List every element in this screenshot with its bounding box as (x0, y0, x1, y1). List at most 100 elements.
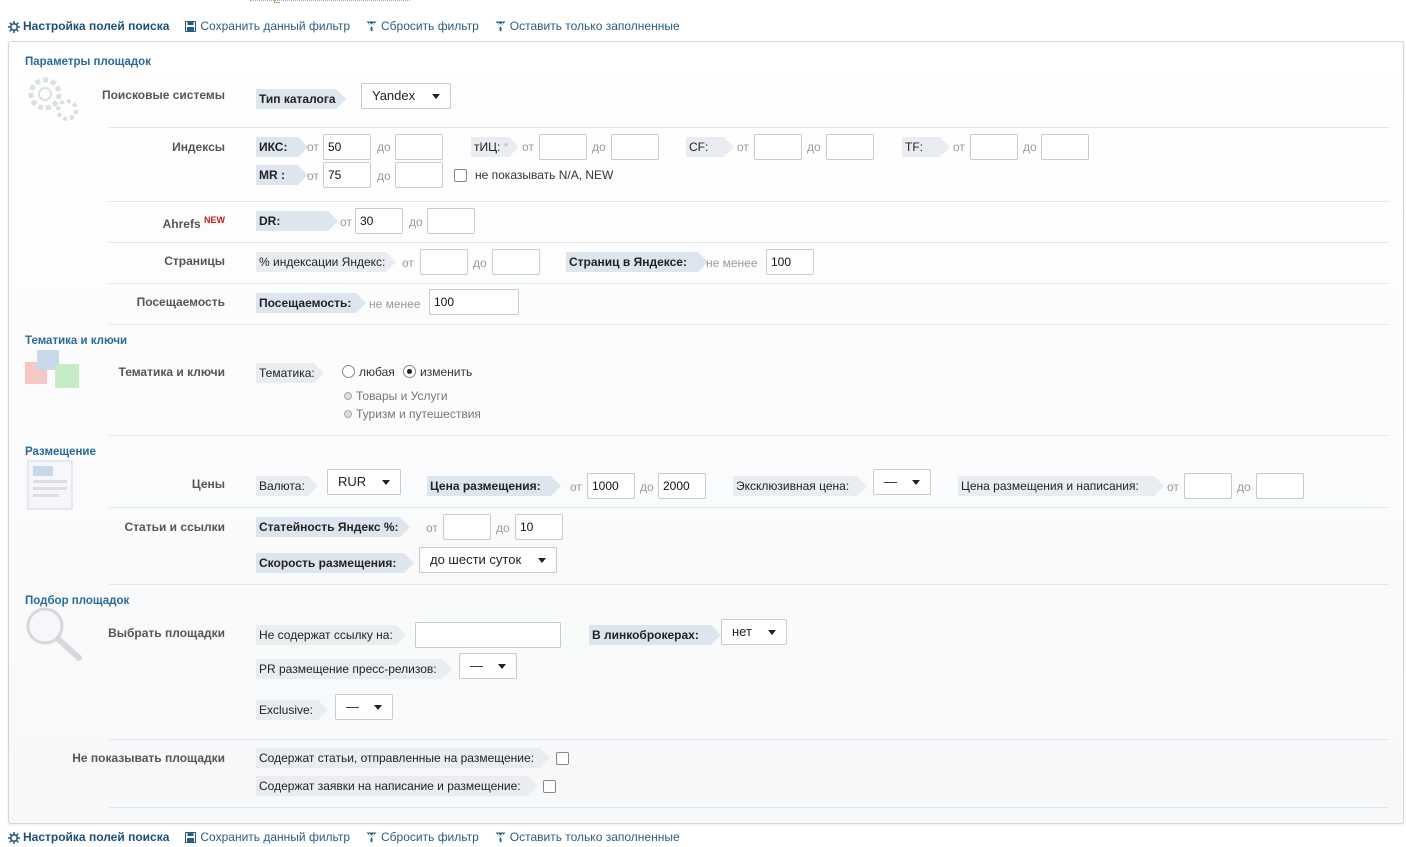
from-text: от (953, 140, 965, 154)
chevron-down-icon (432, 93, 440, 99)
write-price-from-input[interactable] (1184, 473, 1232, 499)
only-filled-link[interactable]: Оставить только заполненные (495, 830, 680, 844)
top-decor-mark (274, 0, 280, 3)
no-link-label: Не содержат ссылку на: (256, 625, 406, 645)
reset-filter-link[interactable]: Сбросить фильтр (366, 19, 479, 33)
topic-change-radio[interactable] (403, 365, 416, 378)
filter-panel: Параметры площадок Поисковые системы Тип… (8, 41, 1404, 824)
link-brokers-select[interactable]: нет (721, 619, 787, 645)
yandex-pages-label: Страниц в Яндексе: (566, 252, 708, 272)
iks-label: ИКС: (256, 137, 308, 157)
divider (109, 242, 1389, 243)
tic-from-input[interactable] (539, 134, 587, 160)
iks-to-input[interactable] (395, 134, 443, 160)
reset-filter-label: Сбросить фильтр (381, 19, 479, 33)
tf-to-input[interactable] (1041, 134, 1089, 160)
section-title-params: Параметры площадок (25, 56, 151, 68)
row-label-pages: Страницы (164, 254, 225, 268)
bullet-icon (344, 392, 352, 400)
topic-any-radio[interactable] (342, 365, 355, 378)
search-settings-link[interactable]: Настройка полей поиска (8, 19, 169, 33)
tf-from-input[interactable] (970, 134, 1018, 160)
catalog-type-select[interactable]: Yandex (361, 83, 451, 109)
cf-to-input[interactable] (826, 134, 874, 160)
chevron-down-icon (374, 704, 382, 710)
currency-value: RUR (338, 474, 367, 489)
tic-to-input[interactable] (611, 134, 659, 160)
to-text: до (409, 215, 423, 229)
filter-toolbar-top: Настройка полей поиска Сохранить данный … (8, 16, 680, 36)
press-release-value: — (470, 658, 483, 673)
dr-to-input[interactable] (427, 208, 475, 234)
write-price-to-input[interactable] (1256, 473, 1304, 499)
mr-from-input[interactable] (323, 162, 371, 188)
articles-to-input[interactable] (515, 514, 563, 540)
selected-topic-text: Туризм и путешествия (356, 407, 481, 421)
save-filter-link[interactable]: Сохранить данный фильтр (185, 19, 350, 33)
reset-filter-link[interactable]: Сбросить фильтр (366, 830, 479, 844)
filter-reset-icon (366, 832, 377, 843)
to-text: до (1237, 480, 1251, 494)
iks-from-input[interactable] (323, 134, 371, 160)
to-text: до (807, 140, 821, 154)
indexation-from-input[interactable] (420, 249, 468, 275)
price-from-input[interactable] (587, 473, 635, 499)
chevron-down-icon (538, 557, 546, 563)
catalog-type-label: Тип каталога: (256, 89, 346, 109)
search-settings-label: Настройка полей поиска (23, 830, 170, 844)
placement-speed-select[interactable]: до шести суток (419, 547, 557, 573)
from-text: от (307, 169, 319, 183)
only-filled-label: Оставить только заполненные (509, 830, 680, 844)
exclusive-select[interactable]: — (335, 694, 393, 720)
tf-label: TF: (902, 137, 950, 157)
from-text: от (340, 215, 352, 229)
selected-topic: Туризм и путешествия (344, 407, 481, 421)
to-text: до (377, 140, 391, 154)
filter-reset-icon (366, 21, 377, 32)
orders-label: Содержат заявки на написание и размещени… (256, 776, 538, 796)
save-filter-link[interactable]: Сохранить данный фильтр (185, 830, 350, 844)
search-settings-label: Настройка полей поиска (23, 19, 170, 33)
cf-from-input[interactable] (754, 134, 802, 160)
hide-na-checkbox[interactable] (454, 169, 467, 182)
divider (109, 507, 1389, 508)
gear-icon (8, 831, 20, 844)
exclusive-price-label: Эксклюзивная цена: (733, 476, 867, 496)
articles-from-input[interactable] (443, 514, 491, 540)
tic-label-text: тИЦ: (474, 140, 501, 154)
section-title-topics: Тематика и ключи (25, 335, 128, 347)
only-filled-link[interactable]: Оставить только заполненные (495, 19, 680, 33)
currency-label: Валюта: (256, 476, 318, 496)
mr-to-input[interactable] (395, 162, 443, 188)
to-text: до (473, 256, 487, 270)
dr-from-input[interactable] (355, 208, 403, 234)
price-to-input[interactable] (658, 473, 706, 499)
from-text: от (570, 480, 582, 494)
orders-checkbox[interactable] (543, 780, 556, 793)
press-release-select[interactable]: — (459, 653, 517, 679)
selected-topic: Товары и Услуги (344, 389, 448, 403)
to-text: до (1023, 140, 1037, 154)
from-text: от (307, 140, 319, 154)
save-icon (185, 20, 197, 32)
currency-select[interactable]: RUR (327, 469, 401, 495)
indexation-to-input[interactable] (492, 249, 540, 275)
link-brokers-label: В линкоброкерах: (589, 625, 721, 645)
search-settings-link[interactable]: Настройка полей поиска (8, 830, 169, 844)
chevron-down-icon (912, 479, 920, 485)
exclusive-label: Exclusive: (256, 700, 328, 720)
exclusive-price-value: — (884, 474, 897, 489)
traffic-min-input[interactable] (429, 289, 519, 315)
indexation-label: % индексации Яндекс: (256, 252, 396, 272)
exclusive-value: — (346, 699, 359, 714)
link-brokers-value: нет (732, 624, 752, 639)
sent-articles-checkbox[interactable] (556, 752, 569, 765)
ahrefs-label-text: Ahrefs (162, 217, 201, 231)
yandex-pages-input[interactable] (766, 249, 814, 275)
save-filter-label: Сохранить данный фильтр (200, 830, 351, 844)
exclusive-price-select[interactable]: — (873, 469, 931, 495)
row-label-traffic: Посещаемость (136, 295, 225, 309)
save-filter-label: Сохранить данный фильтр (200, 19, 351, 33)
row-label-topics: Тематика и ключи (118, 365, 225, 379)
no-link-input[interactable] (415, 622, 561, 648)
